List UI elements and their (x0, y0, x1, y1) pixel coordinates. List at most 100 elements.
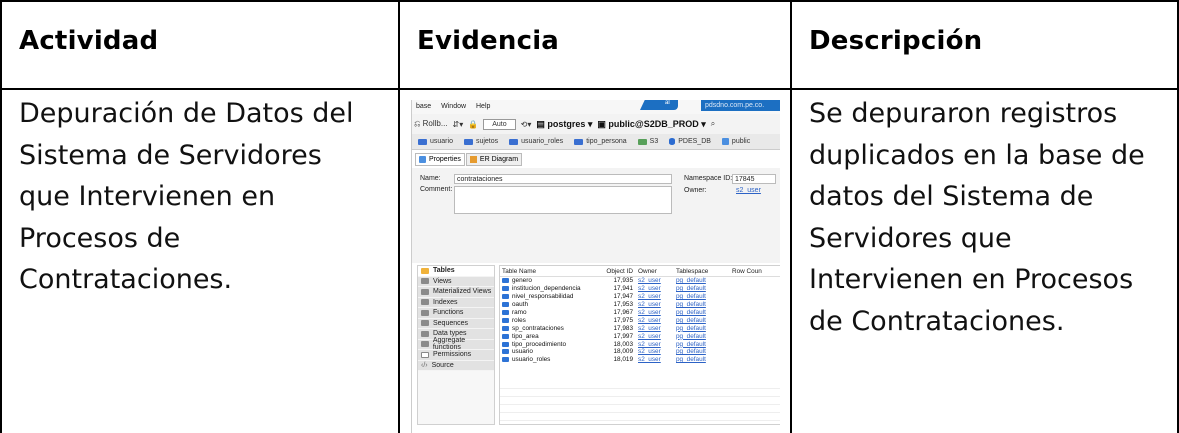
owner-cell[interactable]: s2_user (636, 277, 674, 284)
header-actividad: Actividad (19, 26, 159, 56)
table-row[interactable]: genero 17,935 s2_user pg_default (500, 277, 780, 285)
tab-sujetos[interactable]: sujetos (463, 138, 498, 145)
nav-tables[interactable]: Tables (418, 266, 494, 277)
tablespace-cell[interactable]: pg_default (674, 356, 730, 363)
tablespace-cell[interactable]: pg_default (674, 293, 730, 300)
nav-permissions[interactable]: Permissions (418, 350, 494, 361)
name-field[interactable]: contrataciones (454, 174, 672, 184)
object-id-cell: 17,997 (613, 332, 633, 340)
permissions-icon (421, 351, 429, 358)
comment-label: Comment: (420, 186, 453, 193)
owner-cell[interactable]: s2_user (636, 309, 674, 316)
column-header[interactable]: Table Name (500, 268, 600, 275)
object-id-cell: 17,953 (613, 301, 633, 309)
table-name-text: sp_contrataciones (512, 324, 564, 332)
column-header[interactable]: Object ID (600, 268, 636, 275)
tablespace-cell[interactable]: pg_default (674, 333, 730, 340)
tab-usuario-roles[interactable]: usuario_roles (509, 138, 563, 145)
schema-selector[interactable]: ▣ public@S2DB_PROD ▾ (597, 119, 705, 130)
tablespace-cell[interactable]: pg_default (674, 285, 730, 292)
grid-empty-area (500, 386, 780, 426)
history-icon[interactable]: ⟲▾ (521, 120, 532, 129)
table-icon (502, 294, 509, 300)
owner-link[interactable]: s2_user (736, 187, 761, 194)
transaction-mode-icon[interactable]: ⇵▾ (453, 120, 464, 129)
properties-form: Name: contrataciones Comment: Namespace … (412, 168, 780, 263)
descripcion-cell: Se depuraron registros duplicados en la … (809, 93, 1145, 342)
descripcion-line: Se depuraron registros (809, 98, 1118, 129)
owner-cell[interactable]: s2_user (636, 341, 674, 348)
schema-icon (637, 138, 647, 145)
tablespace-cell[interactable]: pg_default (674, 348, 730, 355)
owner-cell[interactable]: s2_user (636, 285, 674, 292)
table-row[interactable]: ramo 17,967 s2_user pg_default (500, 309, 780, 317)
descripcion-line: duplicados en la base de (809, 139, 1145, 171)
properties-icon (419, 156, 426, 163)
search-icon[interactable]: ⌕ (711, 119, 715, 129)
folder-icon (421, 341, 429, 348)
nav-materialized-views[interactable]: Materialized Views (418, 287, 494, 298)
schema-editor: Properties ER Diagram Name: contratacion… (412, 149, 780, 433)
tab-public[interactable]: public (721, 138, 750, 145)
tab-pdes-db[interactable]: PDES_DB (669, 138, 711, 145)
tablespace-cell[interactable]: pg_default (674, 277, 730, 284)
name-label: Name: (420, 175, 441, 182)
owner-cell[interactable]: s2_user (636, 325, 674, 332)
owner-cell[interactable]: s2_user (636, 301, 674, 308)
object-tabs: usuario sujetos usuario_roles tipo_perso… (412, 134, 780, 149)
column-header[interactable]: Tablespace (674, 268, 730, 275)
menu-item[interactable]: Help (476, 103, 490, 110)
table-icon (463, 138, 473, 145)
table-row[interactable]: tipo_procedimiento 18,003 s2_user pg_defaul… (500, 340, 780, 348)
owner-cell[interactable]: s2_user (636, 356, 674, 363)
tab-tipo-persona[interactable]: tipo_persona (574, 138, 627, 145)
table-row[interactable]: roles 17,975 s2_user pg_default (500, 316, 780, 324)
folder-icon (421, 320, 429, 327)
nav-views[interactable]: Views (418, 276, 494, 287)
table-row[interactable]: usuario_roles 18,019 s2_user pg_default (500, 356, 780, 364)
object-id-cell: 17,983 (613, 324, 633, 332)
top-tab[interactable] (640, 100, 678, 110)
tablespace-cell[interactable]: pg_default (674, 325, 730, 332)
actividad-line: Procesos de (19, 222, 181, 254)
table-row[interactable]: tipo_area 17,997 s2_user pg_default (500, 332, 780, 340)
tab-er-diagram[interactable]: ER Diagram (465, 153, 523, 166)
owner-cell[interactable]: s2_user (636, 317, 674, 324)
table-icon (509, 138, 519, 145)
owner-cell[interactable]: s2_user (636, 348, 674, 355)
menu-item[interactable]: Window (441, 103, 466, 110)
table-row[interactable]: institucion_dependencia 17,941 s2_user pg_d… (500, 285, 780, 293)
tablespace-cell[interactable]: pg_default (674, 341, 730, 348)
table-name-text: roles (512, 316, 526, 324)
table-row[interactable]: oauth 17,953 s2_user pg_default (500, 301, 780, 309)
owner-cell[interactable]: s2_user (636, 293, 674, 300)
database-selector[interactable]: ▤ postgres ▾ (536, 119, 592, 130)
nav-functions[interactable]: Functions (418, 308, 494, 319)
column-header[interactable]: Row Coun (730, 268, 780, 275)
schema-icon (721, 138, 729, 145)
tablespace-cell[interactable]: pg_default (674, 301, 730, 308)
tab-usuario[interactable]: usuario (418, 138, 453, 145)
table-name-cell: sp_contrataciones (500, 325, 600, 332)
owner-cell[interactable]: s2_user (636, 333, 674, 340)
tablespace-cell[interactable]: pg_default (674, 309, 730, 316)
nav-indexes[interactable]: Indexes (418, 297, 494, 308)
column-header[interactable]: Owner (636, 268, 674, 275)
column-divider-2 (790, 0, 792, 433)
rollback-button[interactable]: ⎌ Rollb... (414, 119, 448, 129)
table-row[interactable]: nivel_responsabilidad 17,947 s2_user pg_def… (500, 293, 780, 301)
comment-field[interactable] (454, 186, 672, 214)
table-name-cell: tipo_area (500, 333, 600, 340)
namespace-field[interactable]: 17845 (732, 174, 776, 184)
nav-source[interactable]: ‹/› Source (418, 360, 494, 371)
table-name-cell: tipo_procedimiento (500, 341, 600, 348)
nav-sequences[interactable]: Sequences (418, 318, 494, 329)
table-row[interactable]: sp_contrataciones 17,983 s2_user pg_default (500, 324, 780, 332)
menu-item[interactable]: base (416, 103, 431, 110)
table-row[interactable]: usuario 18,009 s2_user pg_default (500, 348, 780, 356)
tab-properties[interactable]: Properties (415, 153, 465, 166)
auto-commit-select[interactable]: Auto (483, 118, 516, 130)
tab-s3[interactable]: S3 (637, 138, 658, 145)
tablespace-cell[interactable]: pg_default (674, 317, 730, 324)
nav-aggregate-functions[interactable]: Aggregate functions (418, 337, 494, 351)
